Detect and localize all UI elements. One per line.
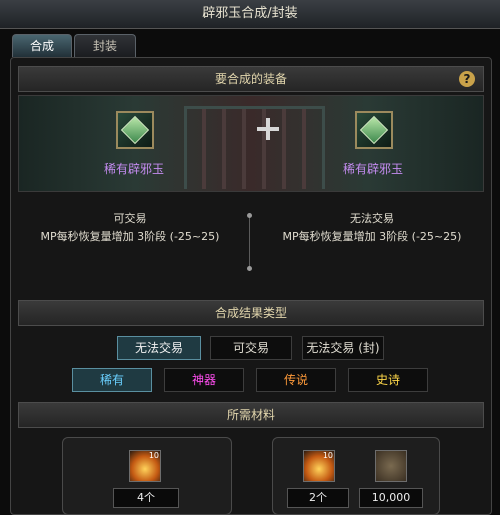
flame-crystal-icon[interactable]: 10 — [303, 450, 335, 482]
tab-seal[interactable]: 封装 — [74, 34, 136, 57]
equipment-section-title: 要合成的装备 — [214, 72, 287, 86]
flame-crystal-icon[interactable]: 10 — [129, 450, 161, 482]
stack-size: 10 — [322, 451, 333, 460]
gold-cost: 10,000 — [359, 488, 423, 508]
plus-icon — [257, 118, 279, 140]
gold-coin-icon — [375, 450, 407, 482]
option-untradable[interactable]: 无法交易 — [117, 336, 201, 360]
result-section-header: 合成结果类型 — [18, 300, 484, 326]
rarity-legendary[interactable]: 传说 — [256, 368, 336, 392]
material-count-left: 4个 — [113, 488, 179, 508]
equipment-banner: 稀有辟邪玉 稀有辟邪玉 — [18, 95, 484, 192]
tab-synthesize[interactable]: 合成 — [12, 34, 72, 57]
window-title: 辟邪玉合成/封装 — [0, 0, 500, 29]
stack-size: 10 — [148, 451, 159, 460]
info-divider — [247, 213, 252, 271]
gate-decoration — [184, 106, 325, 189]
material-box-right: 10 2个 10,000 — [272, 437, 440, 515]
jade-gem-icon — [359, 115, 389, 145]
rarity-rare[interactable]: 稀有 — [72, 368, 152, 392]
left-effect: MP每秒恢复量增加 3阶段 (-25~25) — [40, 230, 220, 243]
help-icon[interactable]: ? — [459, 71, 475, 87]
option-untradable-sealed[interactable]: 无法交易 (封) — [302, 336, 384, 360]
left-item-name: 稀有辟邪玉 — [103, 162, 164, 176]
jade-gem-icon — [120, 115, 150, 145]
left-jade-slot[interactable] — [116, 111, 154, 149]
right-effect: MP每秒恢复量增加 3阶段 (-25~25) — [282, 230, 462, 243]
left-trade-status: 可交易 — [113, 212, 147, 225]
rarity-artifact[interactable]: 神器 — [164, 368, 244, 392]
equipment-section-header: 要合成的装备 ? — [18, 66, 484, 92]
rarity-epic[interactable]: 史诗 — [348, 368, 428, 392]
right-trade-status: 无法交易 — [350, 212, 394, 225]
right-item-name: 稀有辟邪玉 — [342, 162, 403, 176]
material-box-left: 10 4个 — [62, 437, 232, 515]
materials-section-header: 所需材料 — [18, 402, 484, 428]
option-tradable[interactable]: 可交易 — [210, 336, 292, 360]
material-count-right: 2个 — [287, 488, 349, 508]
right-jade-slot[interactable] — [355, 111, 393, 149]
